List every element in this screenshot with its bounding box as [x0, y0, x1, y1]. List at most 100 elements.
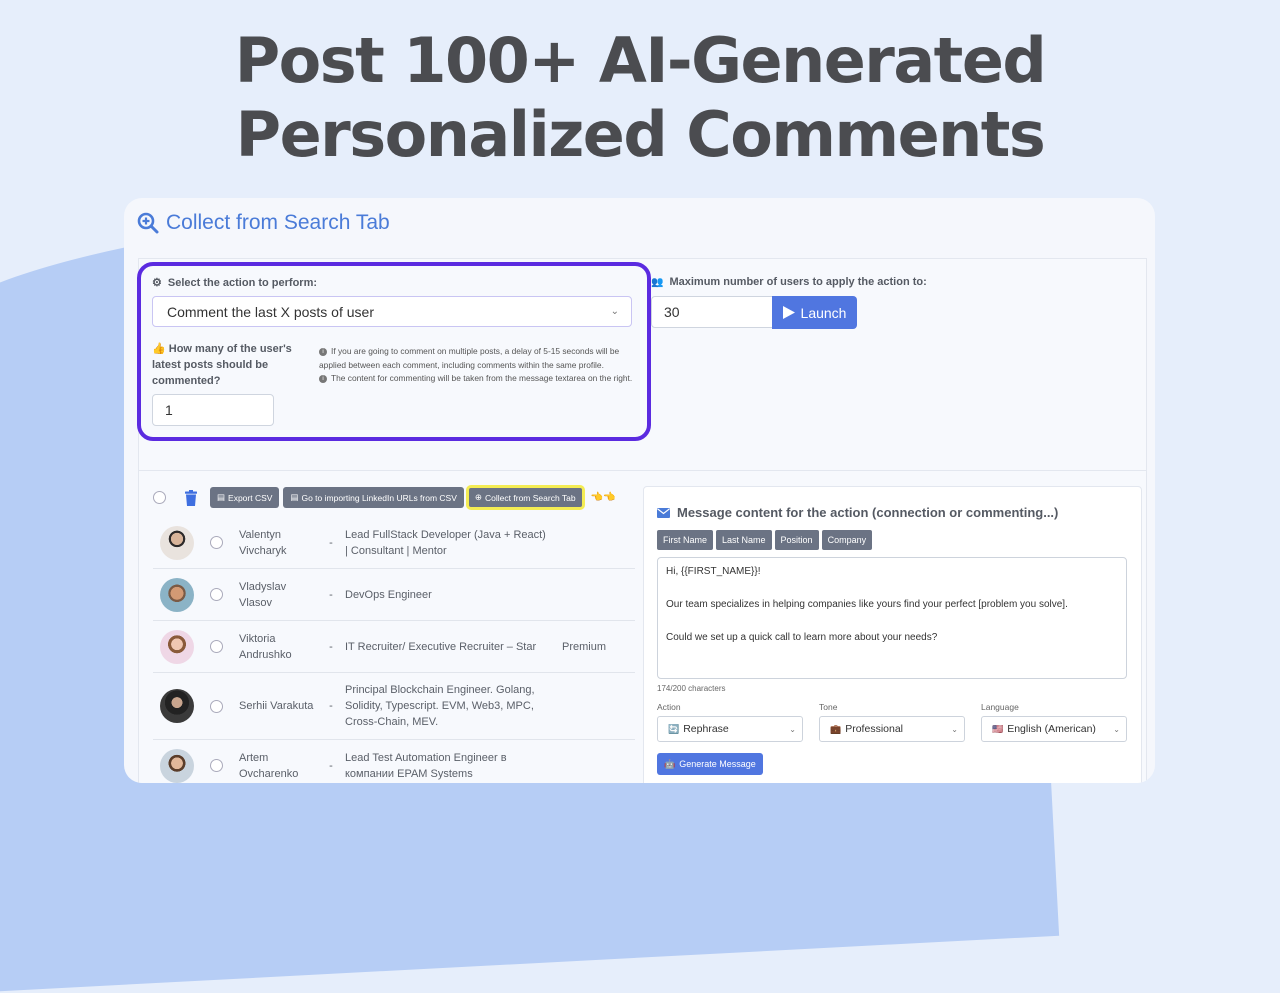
- import-csv-label: Go to importing LinkedIn URLs from CSV: [301, 492, 457, 503]
- separator: -: [329, 536, 333, 549]
- avatar: [160, 629, 194, 664]
- trash-icon[interactable]: [184, 489, 198, 506]
- character-count: 174/200 characters: [657, 684, 726, 693]
- hero-line-2: Personalized Comments: [235, 98, 1046, 171]
- card-title-text: Collect from Search Tab: [166, 211, 390, 234]
- user-name[interactable]: Viktoria Andrushko: [239, 631, 319, 663]
- message-textarea[interactable]: Hi, {{FIRST_NAME}}! Our team specializes…: [657, 557, 1127, 679]
- export-csv-label: Export CSV: [228, 492, 273, 503]
- extension-card: Collect from Search Tab ⚙ Select the act…: [124, 198, 1155, 783]
- placeholder-position-button[interactable]: Position: [774, 530, 819, 550]
- generate-message-label: Generate Message: [679, 759, 756, 769]
- tone-select[interactable]: 💼 Professional ⌄: [819, 716, 965, 742]
- collect-search-button[interactable]: ⊕ Collect from Search Tab: [465, 485, 585, 510]
- language-group: Language 🇺🇸 English (American) ⌄: [981, 702, 1127, 742]
- user-position: Lead Test Automation Engineer в компании…: [345, 751, 507, 780]
- user-name[interactable]: Valentyn Vivcharyk: [239, 527, 319, 559]
- import-csv-button[interactable]: ▤ Go to importing LinkedIn URLs from CSV: [283, 487, 464, 508]
- envelope-icon: [657, 507, 670, 518]
- info-notes: i If you are going to comment on multiple…: [319, 345, 639, 386]
- list-item: Artem Ovcharenko - Lead Test Automation …: [153, 740, 635, 783]
- briefcase-icon: 💼: [830, 723, 842, 734]
- user-name[interactable]: Serhii Varakuta: [239, 698, 319, 714]
- row-checkbox[interactable]: [210, 640, 223, 653]
- action-select-value: Comment the last X posts of user: [167, 303, 374, 320]
- separator: -: [329, 700, 333, 712]
- list-item: Viktoria Andrushko - IT Recruiter/ Execu…: [153, 621, 635, 673]
- language-value: English (American): [1007, 723, 1096, 735]
- posts-count-label-text: How many of the user's latest posts shou…: [152, 343, 292, 387]
- separator: -: [329, 640, 333, 653]
- row-checkbox[interactable]: [210, 759, 223, 772]
- info-icon: i: [319, 374, 327, 383]
- language-select[interactable]: 🇺🇸 English (American) ⌄: [981, 716, 1127, 742]
- list-item: Serhii Varakuta - Principal Blockchain E…: [153, 673, 635, 740]
- users-icon: 👥: [651, 276, 664, 288]
- tone-group: Tone 💼 Professional ⌄: [819, 702, 965, 742]
- placeholder-last-name-button[interactable]: Last Name: [716, 530, 772, 550]
- ai-action-group: Action 🔄 Rephrase ⌄: [657, 702, 803, 742]
- collect-search-label: Collect from Search Tab: [485, 492, 576, 503]
- user-name[interactable]: Artem Ovcharenko: [239, 750, 319, 782]
- placeholder-company-button[interactable]: Company: [821, 530, 873, 550]
- message-title: Message content for the action (connecti…: [657, 505, 1058, 520]
- separator: -: [329, 588, 333, 601]
- search-plus-icon: [137, 212, 159, 234]
- tone-value: Professional: [845, 723, 903, 735]
- hero-headline: Post 100+ AI-Generated Personalized Comm…: [0, 24, 1280, 172]
- user-name[interactable]: Vladyslav Vlasov: [239, 579, 319, 611]
- info-note-1-text: If you are going to comment on multiple …: [319, 346, 620, 370]
- message-line-1: Hi, {{FIRST_NAME}}!: [666, 566, 761, 577]
- chevron-down-icon: ⌄: [951, 724, 958, 734]
- play-icon: [782, 306, 795, 319]
- select-all-checkbox[interactable]: [153, 491, 166, 504]
- premium-badge: Premium: [562, 640, 607, 653]
- divider: [139, 470, 1146, 471]
- info-icon: i: [319, 347, 327, 356]
- action-select[interactable]: Comment the last X posts of user ⌄: [152, 296, 632, 327]
- info-note-2: i The content for commenting will be take…: [319, 372, 639, 386]
- avatar: [160, 689, 194, 723]
- language-label: Language: [981, 702, 1019, 712]
- message-panel: Message content for the action (connecti…: [643, 486, 1142, 783]
- avatar: [160, 525, 194, 560]
- thumbs-up-icon: 👍: [152, 343, 166, 355]
- list-item: Vladyslav Vlasov - DevOps Engineer: [153, 569, 635, 621]
- launch-button[interactable]: Launch: [772, 296, 857, 329]
- ai-action-value: Rephrase: [683, 723, 729, 735]
- ai-action-select[interactable]: 🔄 Rephrase ⌄: [657, 716, 803, 742]
- row-checkbox[interactable]: [210, 588, 223, 601]
- chevron-down-icon: ⌄: [1113, 724, 1120, 734]
- tone-label: Tone: [819, 702, 838, 712]
- generate-message-button[interactable]: 🤖 Generate Message: [657, 753, 763, 775]
- ai-action-label: Action: [657, 702, 681, 712]
- placeholder-first-name-button[interactable]: First Name: [657, 530, 714, 550]
- us-flag-icon: 🇺🇸: [992, 723, 1004, 734]
- refresh-icon: 🔄: [668, 723, 680, 734]
- max-users-label-text: Maximum number of users to apply the act…: [669, 276, 927, 288]
- separator: -: [329, 759, 333, 772]
- card-title: Collect from Search Tab: [136, 208, 390, 238]
- export-csv-button[interactable]: ▤ Export CSV: [210, 487, 280, 508]
- row-checkbox[interactable]: [210, 699, 223, 713]
- user-list: Valentyn Vivcharyk - Lead FullStack Deve…: [153, 517, 635, 783]
- message-title-text: Message content for the action (connecti…: [677, 505, 1059, 520]
- message-line-3: Could we set up a quick call to learn mo…: [666, 632, 938, 643]
- posts-count-input[interactable]: 1: [152, 394, 274, 426]
- file-icon: ▤: [217, 492, 226, 502]
- max-users-label: 👥 Maximum number of users to apply the a…: [651, 276, 927, 288]
- info-note-1: i If you are going to comment on multiple…: [319, 345, 639, 372]
- action-label-text: Select the action to perform:: [167, 276, 318, 289]
- list-item: Valentyn Vivcharyk - Lead FullStack Deve…: [153, 517, 635, 569]
- launch-button-label: Launch: [800, 304, 847, 321]
- list-toolbar: ▤ Export CSV ▤ Go to importing LinkedIn …: [153, 485, 616, 510]
- pointing-hands-icon: 👈👈: [590, 492, 616, 503]
- chevron-down-icon: ⌄: [789, 724, 796, 734]
- row-checkbox[interactable]: [210, 536, 223, 549]
- action-label: ⚙ Select the action to perform:: [152, 276, 318, 290]
- max-users-input[interactable]: 30: [651, 296, 773, 328]
- gears-icon: ⚙: [152, 277, 162, 289]
- robot-icon: 🤖: [664, 758, 676, 769]
- user-position: IT Recruiter/ Executive Recruiter – Star: [345, 640, 537, 653]
- posts-count-label: 👍 How many of the user's latest posts sh…: [152, 341, 302, 389]
